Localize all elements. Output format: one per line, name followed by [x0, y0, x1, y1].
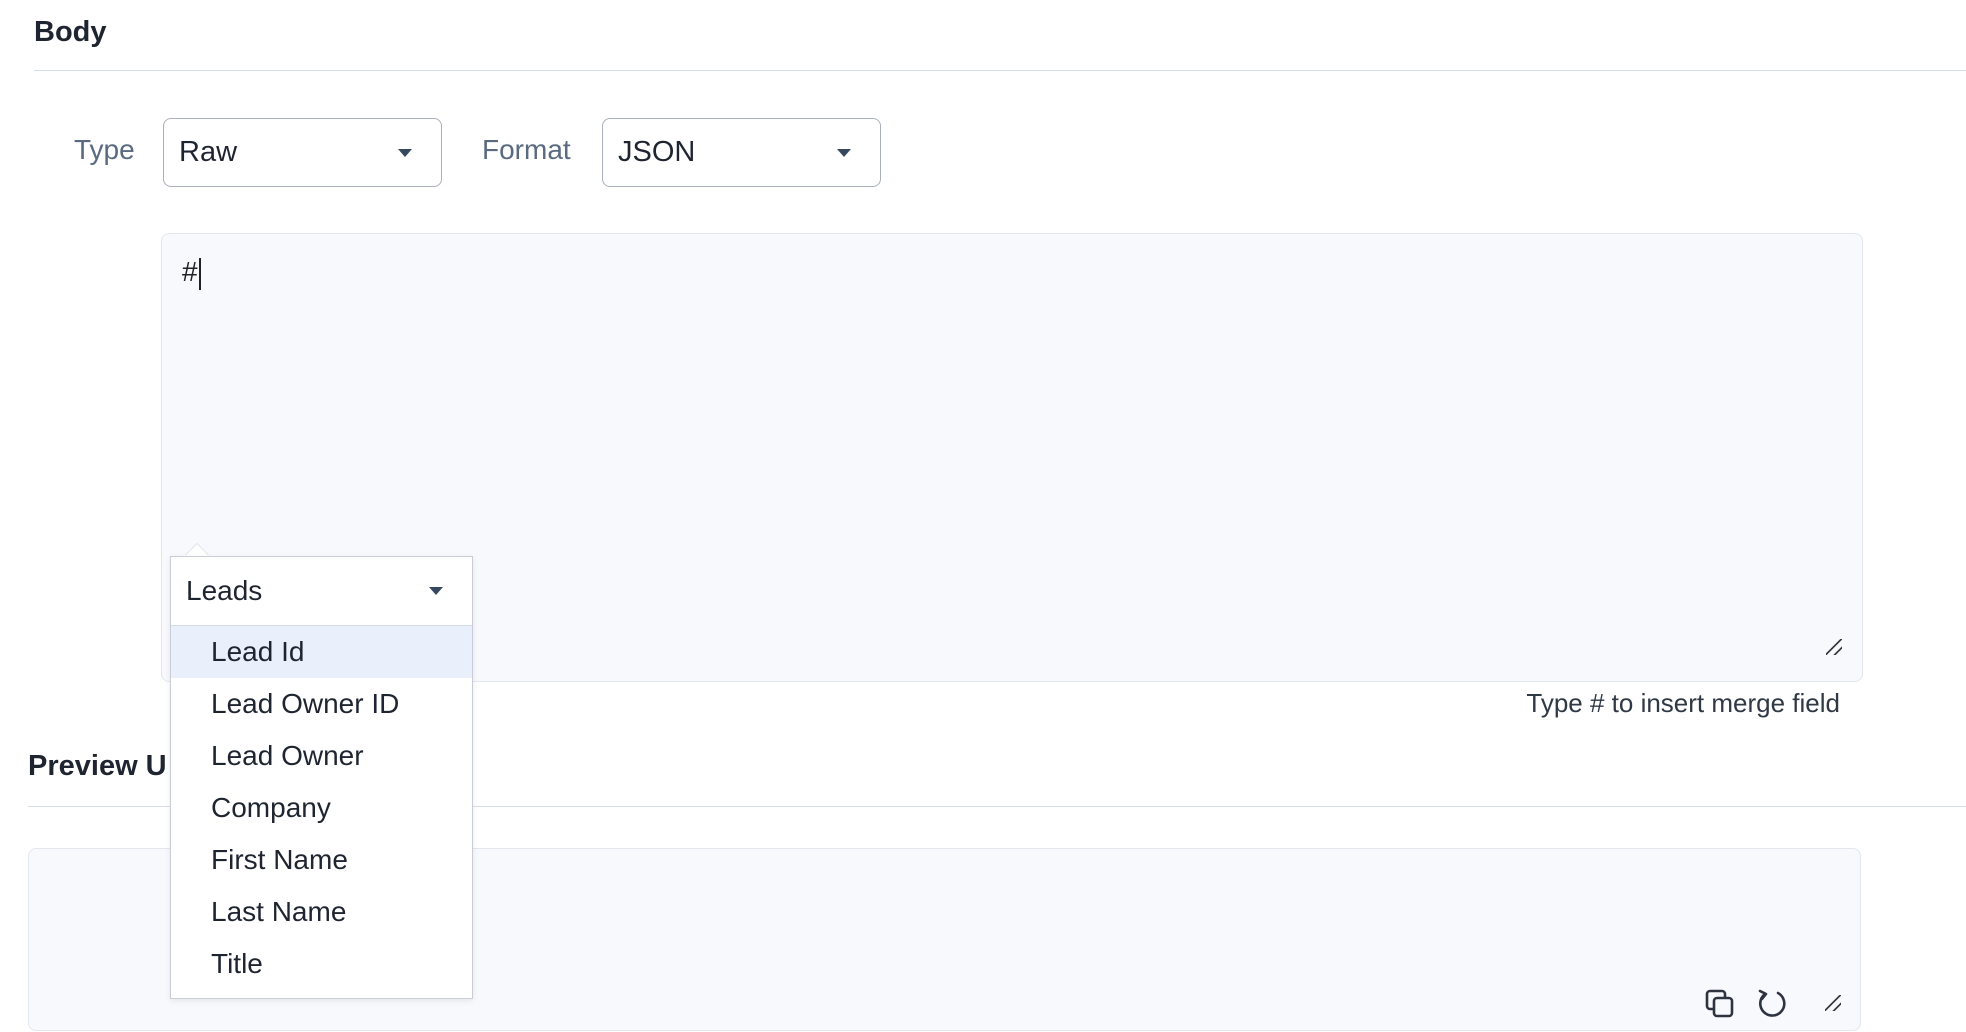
refresh-icon[interactable]: [1755, 987, 1789, 1021]
body-editor-text: #: [182, 256, 198, 287]
dropdown-item-lead-id[interactable]: Lead Id: [171, 626, 472, 678]
chevron-down-icon: [837, 148, 851, 157]
resize-grip-icon[interactable]: [1826, 639, 1842, 655]
dropdown-item-first-name[interactable]: First Name: [171, 834, 472, 886]
format-select-value: JSON: [618, 136, 696, 168]
chevron-down-icon: [429, 587, 443, 595]
type-select[interactable]: Raw: [163, 118, 442, 187]
dropdown-item-company[interactable]: Company: [171, 782, 472, 834]
dropdown-item-lead-owner[interactable]: Lead Owner: [171, 730, 472, 782]
dropdown-item-last-name[interactable]: Last Name: [171, 886, 472, 938]
body-section-title: Body: [34, 16, 107, 48]
type-select-value: Raw: [179, 136, 238, 168]
text-cursor: [198, 257, 201, 290]
copy-icon[interactable]: [1703, 987, 1737, 1021]
dropdown-item-lead-owner-id[interactable]: Lead Owner ID: [171, 678, 472, 730]
format-label: Format: [482, 134, 571, 165]
dropdown-item-title[interactable]: Title: [171, 938, 472, 990]
merge-field-hint: Type # to insert merge field: [1526, 688, 1840, 718]
module-select-value: Leads: [186, 575, 263, 606]
dropdown-pointer: [185, 544, 209, 556]
format-select[interactable]: JSON: [602, 118, 881, 187]
resize-grip-icon[interactable]: [1825, 995, 1841, 1011]
merge-field-dropdown: Leads Lead Id Lead Owner ID Lead Owner C…: [170, 556, 473, 999]
module-select[interactable]: Leads: [171, 557, 472, 626]
type-label: Type: [74, 134, 135, 165]
body-divider: [34, 70, 1966, 71]
preview-section-title: Preview U: [28, 750, 167, 782]
chevron-down-icon: [398, 148, 412, 157]
